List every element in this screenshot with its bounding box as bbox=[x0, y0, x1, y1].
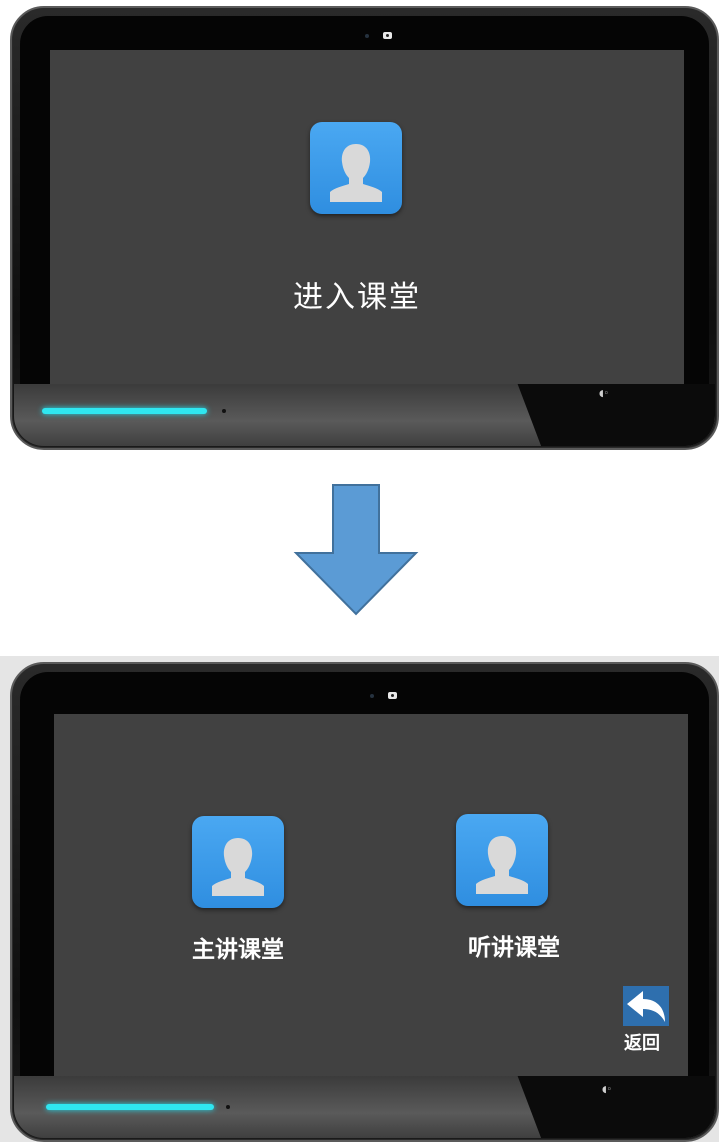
person-silhouette-icon bbox=[212, 838, 264, 896]
tablet-frame-top: 进入课堂 ◖◦ bbox=[10, 6, 719, 450]
camera-icon bbox=[388, 692, 397, 699]
down-arrow-icon bbox=[293, 484, 419, 616]
chin-dark-panel bbox=[517, 1076, 715, 1138]
main-class-label[interactable]: 主讲课堂 bbox=[192, 930, 284, 964]
person-silhouette-icon bbox=[330, 144, 382, 202]
tablet-frame-bottom: 主讲课堂 听讲课堂 ◖◦ bbox=[10, 662, 719, 1142]
person-silhouette-icon bbox=[476, 836, 528, 894]
camera-icon bbox=[383, 32, 392, 39]
led-indicator-bar bbox=[42, 408, 207, 414]
tablet-screen-top: 进入课堂 bbox=[50, 50, 684, 390]
led-indicator-bar bbox=[46, 1104, 214, 1110]
speaker-icon: ◖◦ bbox=[602, 1085, 613, 1095]
listen-class-user-icon[interactable] bbox=[456, 814, 548, 906]
tablet-screen-bottom: 主讲课堂 听讲课堂 bbox=[54, 714, 688, 1078]
enter-class-user-icon[interactable] bbox=[310, 122, 402, 214]
back-button[interactable]: 返回 bbox=[621, 986, 673, 1056]
camera-sensor-dot bbox=[365, 34, 369, 38]
chin-dark-panel bbox=[517, 384, 715, 446]
listen-class-label[interactable]: 听讲课堂 bbox=[468, 928, 560, 962]
main-class-user-icon[interactable] bbox=[192, 816, 284, 908]
back-arrow-icon bbox=[623, 986, 669, 1026]
led-dot bbox=[226, 1105, 230, 1109]
tablet-chin: ◖◦ bbox=[14, 384, 715, 446]
back-label: 返回 bbox=[624, 1033, 660, 1054]
enter-class-label[interactable]: 进入课堂 bbox=[293, 272, 421, 316]
led-dot bbox=[222, 409, 226, 413]
tablet-chin: ◖◦ bbox=[14, 1076, 715, 1138]
speaker-icon: ◖◦ bbox=[599, 389, 610, 399]
camera-sensor-dot bbox=[370, 694, 374, 698]
